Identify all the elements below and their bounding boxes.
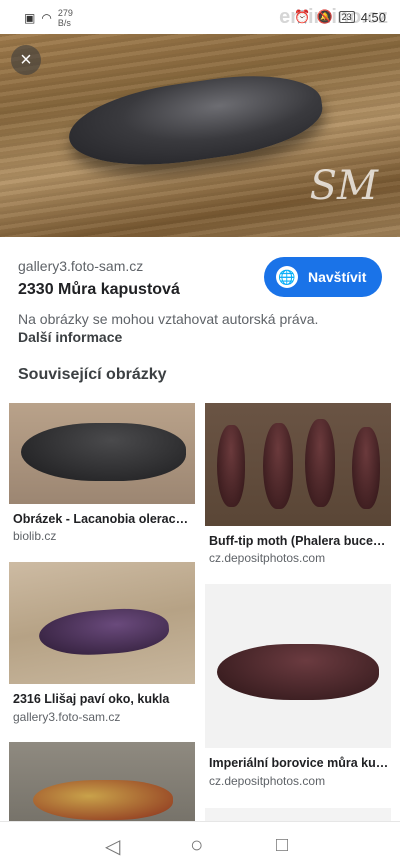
globe-icon: 🌐 xyxy=(276,266,298,288)
related-thumb-5[interactable] xyxy=(9,742,195,821)
related-caption-1[interactable]: Obrázek - Lacanobia oleracea… xyxy=(13,512,195,526)
related-domain-2: cz.depositphotos.com xyxy=(209,551,326,565)
visit-label: Navštívit xyxy=(308,269,367,285)
system-nav-bar: ◁ ○ □ xyxy=(0,821,400,868)
pupa-image xyxy=(21,423,186,481)
pupa-image xyxy=(263,423,293,509)
related-caption-3[interactable]: 2316 Llišaj paví oko, kukla xyxy=(13,692,195,706)
speed-unit: B/s xyxy=(57,18,71,28)
pupa-image xyxy=(217,644,379,700)
related-thumb-3[interactable] xyxy=(9,562,195,684)
pupa-image xyxy=(37,605,171,659)
photographer-signature: SM xyxy=(309,163,378,209)
pupa-image xyxy=(305,419,335,507)
home-icon[interactable]: ○ xyxy=(190,832,203,858)
related-caption-2[interactable]: Buff-tip moth (Phalera bucep… xyxy=(209,534,391,548)
preview-image[interactable]: SM xyxy=(0,34,400,237)
related-domain-1: biolib.cz xyxy=(13,529,57,543)
related-domain-3: gallery3.foto-sam.cz xyxy=(13,710,121,724)
related-caption-4[interactable]: Imperiální borovice můra kukl… xyxy=(209,756,391,770)
source-domain: gallery3.foto-sam.cz xyxy=(18,258,144,274)
network-speed: 279 B/s xyxy=(58,8,73,28)
speed-value: 279 xyxy=(57,8,73,18)
status-bar: ▣ ◠ 279 B/s emimino.cz ⏰ 🔕 23 4:50 xyxy=(0,0,400,34)
visit-button[interactable]: 🌐 Navštívit xyxy=(264,257,382,297)
clock: 4:50 xyxy=(360,9,386,25)
mute-icon: 🔕 xyxy=(316,9,333,24)
pupa-image xyxy=(63,64,328,178)
wifi-icon: ◠ xyxy=(41,11,52,25)
more-info-link[interactable]: Další informace xyxy=(18,329,122,345)
related-thumb-1[interactable] xyxy=(9,403,195,504)
related-heading: Související obrázky xyxy=(18,366,167,383)
battery-icon: 23 xyxy=(338,11,355,23)
image-title[interactable]: 2330 Můra kapustová xyxy=(18,281,180,299)
notification-icon: ▣ xyxy=(24,11,36,25)
close-icon: × xyxy=(20,48,32,71)
pupa-image xyxy=(33,780,173,820)
status-left: ▣ ◠ 279 B/s xyxy=(24,8,73,28)
status-right: ⏰ 🔕 23 4:50 xyxy=(294,9,386,25)
related-thumb-6[interactable] xyxy=(205,808,391,821)
back-icon[interactable]: ◁ xyxy=(105,834,120,859)
related-domain-4: cz.depositphotos.com xyxy=(209,774,326,788)
copyright-note: Na obrázky se mohou vztahovat autorská p… xyxy=(18,311,319,327)
pupa-image xyxy=(217,425,245,507)
pupa-image xyxy=(352,427,380,509)
related-thumb-4[interactable] xyxy=(205,584,391,748)
recents-icon[interactable]: □ xyxy=(276,834,288,857)
close-button[interactable]: × xyxy=(11,45,41,75)
alarm-icon: ⏰ xyxy=(294,9,311,24)
related-thumb-2[interactable] xyxy=(205,403,391,526)
